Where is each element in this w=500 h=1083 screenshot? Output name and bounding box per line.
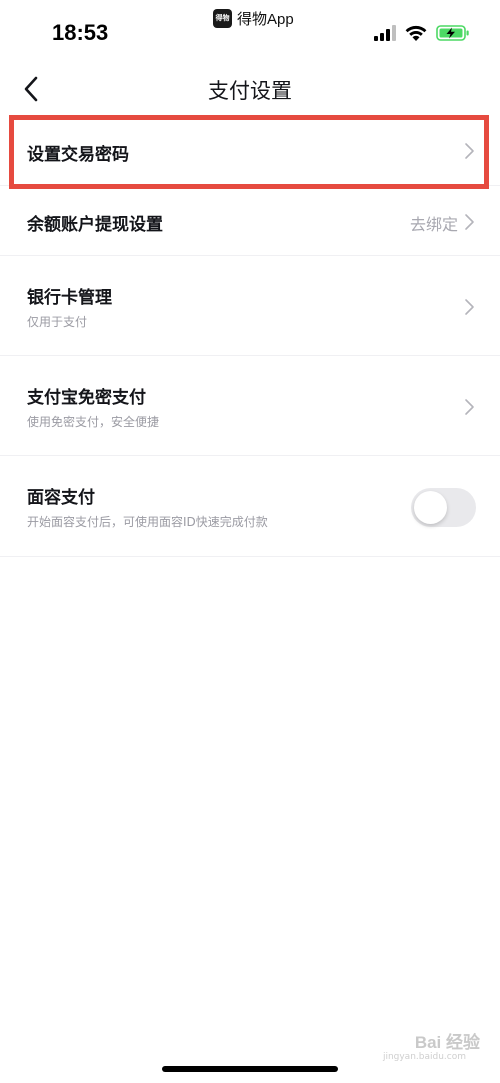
- payment-settings-screen: 18:53 得物 得物App 支付设置 设置交易密码 余额账户提现设置 去绑定 …: [0, 0, 500, 1083]
- row-title: 银行卡管理: [27, 288, 112, 308]
- row-title: 面容支付: [27, 488, 95, 508]
- watermark-url: jingyan.baidu.com: [382, 1052, 466, 1062]
- row-alipay-password-free[interactable]: 支付宝免密支付 使用免密支付，安全便捷: [0, 356, 500, 456]
- row-subtitle: 开始面容支付后，可使用面容ID快速完成付款: [27, 515, 268, 529]
- row-bank-card-management[interactable]: 银行卡管理 仅用于支付: [0, 256, 500, 356]
- watermark: Bai 经验: [414, 1033, 480, 1052]
- app-name: 得物App: [237, 10, 294, 28]
- status-bar: 18:53 得物 得物App: [0, 0, 500, 60]
- row-subtitle: 使用免密支付，安全便捷: [27, 415, 160, 429]
- face-id-payment-toggle[interactable]: [411, 488, 476, 527]
- row-subtitle: 仅用于支付: [27, 315, 88, 329]
- row-set-transaction-password[interactable]: 设置交易密码: [0, 116, 500, 186]
- nav-bar: 支付设置: [0, 64, 500, 114]
- page-title: 支付设置: [208, 79, 292, 103]
- chevron-right-icon: [465, 143, 474, 159]
- row-balance-withdrawal[interactable]: 余额账户提现设置 去绑定: [0, 186, 500, 256]
- chevron-right-icon: [465, 399, 474, 415]
- row-title: 支付宝免密支付: [27, 388, 146, 408]
- battery-charging-icon: [436, 25, 469, 41]
- cellular-signal-icon: [374, 25, 396, 41]
- app-indicator: 得物 得物App: [213, 7, 294, 29]
- status-time: 18:53: [52, 20, 109, 45]
- wifi-icon: [405, 25, 427, 41]
- row-title: 设置交易密码: [27, 145, 129, 165]
- app-logo-icon: 得物: [213, 8, 232, 28]
- row-title: 余额账户提现设置: [27, 215, 163, 235]
- chevron-right-icon: [465, 214, 474, 230]
- status-icons: [374, 24, 470, 42]
- chevron-right-icon: [465, 299, 474, 315]
- home-indicator[interactable]: [162, 1066, 338, 1072]
- toggle-knob: [414, 491, 447, 524]
- row-value: 去绑定: [409, 215, 458, 234]
